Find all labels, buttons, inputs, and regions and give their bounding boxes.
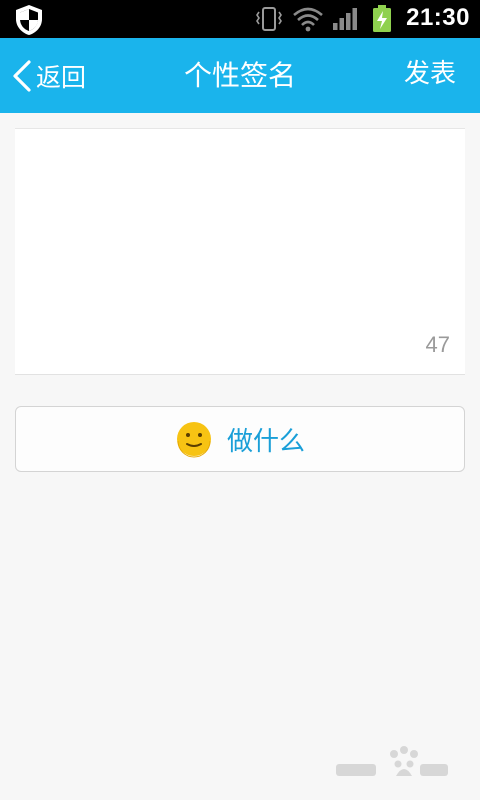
chevron-left-icon bbox=[13, 59, 31, 92]
battery-charging-icon bbox=[373, 5, 391, 32]
baidu-watermark-logo bbox=[336, 746, 448, 776]
char-counter: 47 bbox=[425, 332, 450, 357]
back-button[interactable]: 返回 bbox=[10, 38, 86, 113]
header-bar: 个性签名 返回 发表 bbox=[0, 38, 480, 113]
smiley-icon bbox=[176, 422, 211, 458]
status-bar: 21:30 bbox=[0, 0, 480, 38]
back-button-label: 返回 bbox=[36, 62, 87, 92]
signature-input[interactable] bbox=[15, 129, 465, 329]
what-to-do-label: 做什么 bbox=[226, 426, 305, 457]
wifi-icon bbox=[293, 7, 323, 32]
signal-icon bbox=[333, 8, 357, 30]
publish-button[interactable]: 发表 bbox=[404, 38, 456, 113]
vibrate-icon bbox=[256, 7, 282, 31]
what-to-do-button[interactable]: 做什么 bbox=[15, 406, 465, 472]
signature-editor: 47 bbox=[15, 128, 465, 375]
status-time: 21:30 bbox=[406, 4, 470, 31]
shield-icon bbox=[16, 5, 42, 35]
